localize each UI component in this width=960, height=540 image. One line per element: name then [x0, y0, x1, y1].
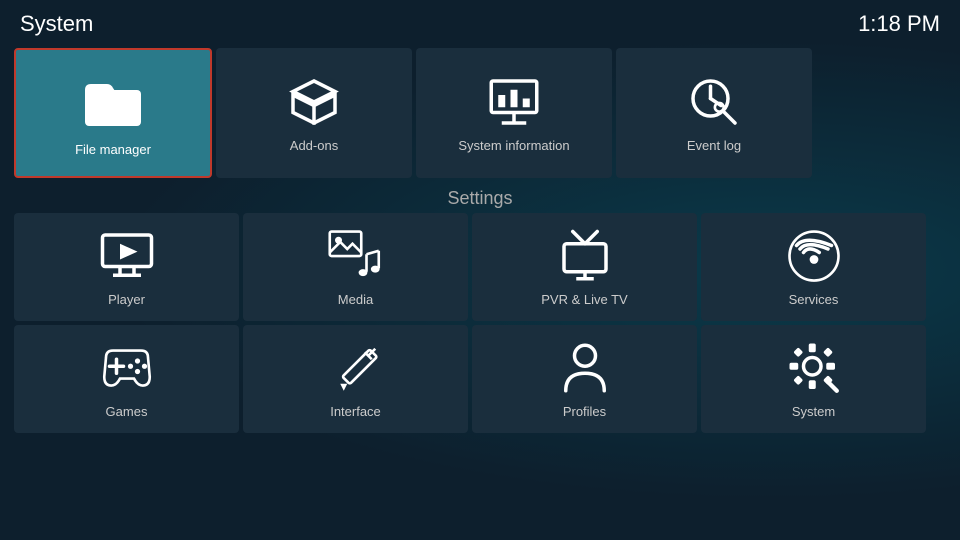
wifi-circle-icon: [786, 228, 842, 284]
page-title: System: [20, 11, 93, 37]
tile-media-label: Media: [338, 292, 373, 307]
clock: 1:18 PM: [858, 11, 940, 37]
person-icon: [557, 340, 613, 396]
tile-system-information-label: System information: [458, 138, 569, 153]
tile-profiles[interactable]: Profiles: [472, 325, 697, 433]
tile-file-manager-label: File manager: [75, 142, 151, 157]
tile-player-label: Player: [108, 292, 145, 307]
presentation-icon: [486, 74, 542, 130]
top-row: File manager Add-ons: [0, 48, 960, 178]
settings-row-1: Player: [14, 213, 946, 321]
tile-interface-label: Interface: [330, 404, 381, 419]
pencil-ruler-icon: [328, 340, 384, 396]
media-notes-icon: [328, 228, 384, 284]
tile-media[interactable]: Media: [243, 213, 468, 321]
tile-add-ons-label: Add-ons: [290, 138, 338, 153]
folder-icon: [81, 70, 145, 134]
box-icon: [286, 74, 342, 130]
tv-antenna-icon: [557, 228, 613, 284]
main-page: System 1:18 PM File manager: [0, 0, 960, 540]
tile-system[interactable]: System: [701, 325, 926, 433]
tile-pvr-live-tv[interactable]: PVR & Live TV: [472, 213, 697, 321]
tile-add-ons[interactable]: Add-ons: [216, 48, 412, 178]
tile-services[interactable]: Services: [701, 213, 926, 321]
tile-file-manager[interactable]: File manager: [14, 48, 212, 178]
play-screen-icon: [99, 228, 155, 284]
tile-games-label: Games: [106, 404, 148, 419]
gamepad-icon: [99, 340, 155, 396]
settings-row-2: Games Interface: [14, 325, 946, 433]
gear-wrench-icon: [786, 340, 842, 396]
tile-event-log[interactable]: Event log: [616, 48, 812, 178]
settings-rows: Player: [0, 213, 960, 433]
tile-event-log-label: Event log: [687, 138, 741, 153]
settings-label: Settings: [0, 188, 960, 209]
tile-games[interactable]: Games: [14, 325, 239, 433]
tile-pvr-live-tv-label: PVR & Live TV: [541, 292, 627, 307]
clock-search-icon: [686, 74, 742, 130]
tile-profiles-label: Profiles: [563, 404, 606, 419]
tile-system-label: System: [792, 404, 835, 419]
tile-player[interactable]: Player: [14, 213, 239, 321]
tile-interface[interactable]: Interface: [243, 325, 468, 433]
tile-services-label: Services: [789, 292, 839, 307]
header: System 1:18 PM: [0, 0, 960, 48]
tile-system-information[interactable]: System information: [416, 48, 612, 178]
